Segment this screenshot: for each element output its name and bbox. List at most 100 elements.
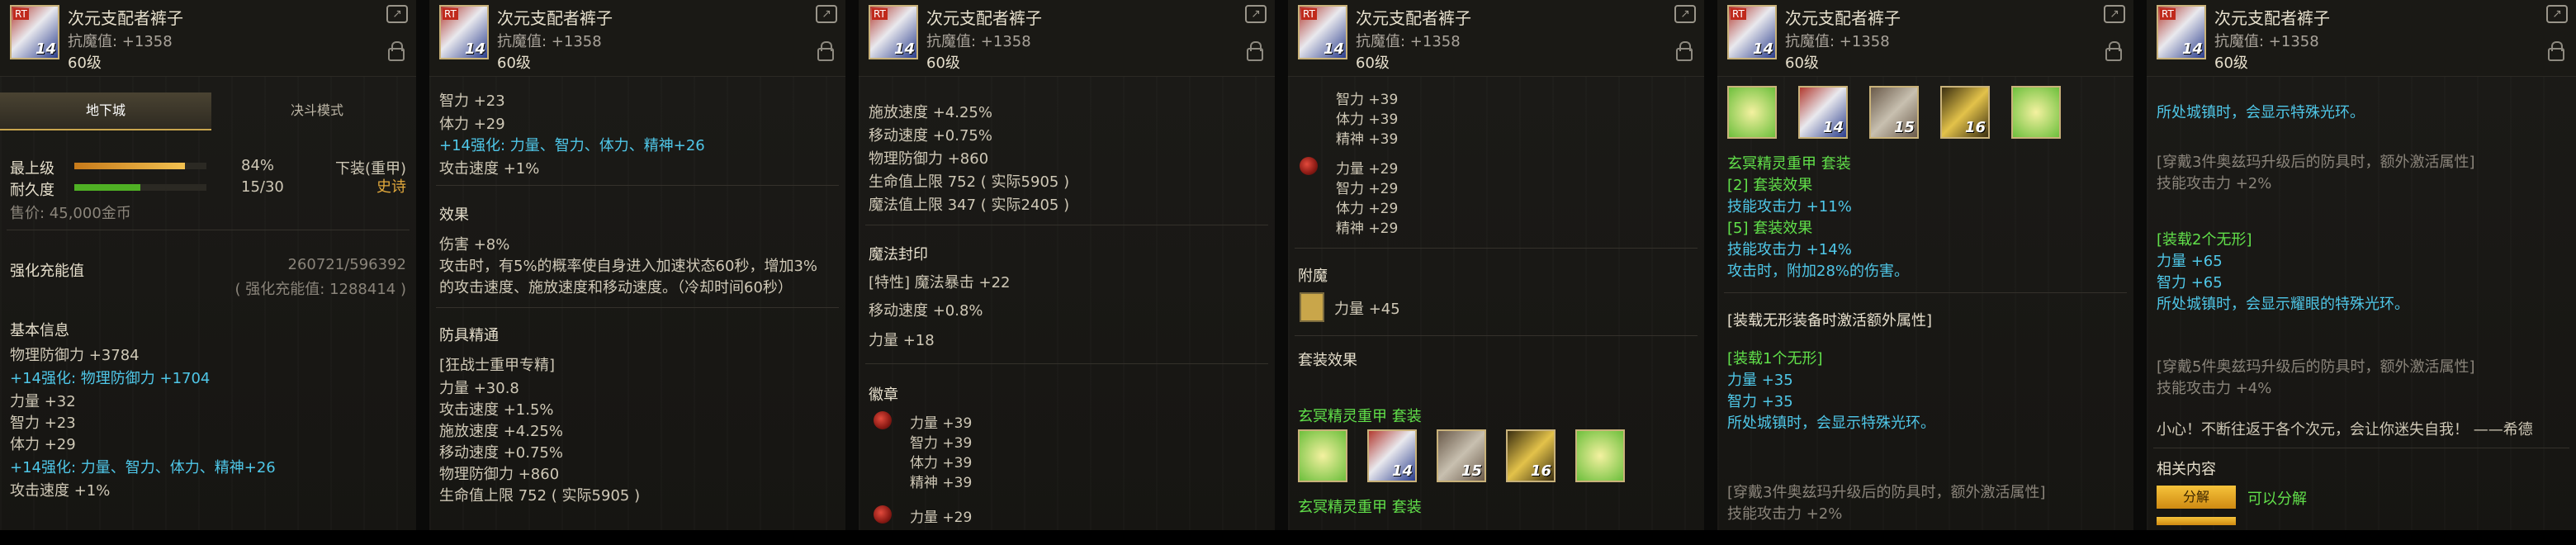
mastery-line: 力量 +30.8	[439, 380, 519, 397]
seal-line: 移动速度 +0.8%	[869, 302, 983, 320]
set-piece-icon[interactable]	[1575, 429, 1625, 482]
item-header: RT 14 次元支配者裤子 抗魔值: +1358 60级 ↗	[1288, 0, 1704, 77]
set-piece-icon[interactable]	[1298, 429, 1347, 482]
emblem-line: 智力 +29	[1336, 181, 1399, 197]
set-piece-icon[interactable]: 14	[1367, 429, 1417, 482]
tab-pvp[interactable]: 决斗模式	[211, 92, 416, 129]
basic-info-title: 基本信息	[10, 322, 69, 339]
mode-tabs: 地下城 决斗模式	[0, 92, 416, 130]
lock-icon[interactable]	[2105, 41, 2122, 61]
share-icon[interactable]: ↗	[816, 5, 837, 23]
item-resist: 抗魔值: +1358	[497, 33, 602, 50]
item-header: RT 14 次元支配者裤子 抗魔值: +1358 60级 ↗	[2147, 0, 2576, 77]
share-icon[interactable]: ↗	[2104, 5, 2125, 23]
share-icon[interactable]: ↗	[2546, 5, 2568, 23]
set-bonus-line: [5] 套装效果	[1727, 220, 1813, 237]
related-title: 相关内容	[2157, 461, 2216, 478]
sell-price: 售价: 45,000金币	[10, 205, 131, 222]
set-piece-icon[interactable]: 14	[1798, 86, 1848, 139]
tab-dungeon[interactable]: 地下城	[0, 92, 211, 130]
set-piece-icon[interactable]: 15	[1437, 429, 1486, 482]
stat-line: 攻击速度 +1%	[439, 160, 540, 178]
mastery-line: 攻击速度 +1.5%	[439, 401, 554, 419]
mastery-line: 施放速度 +4.25%	[439, 423, 563, 440]
stat-line: 物理防御力 +3784	[10, 347, 140, 364]
status-bar	[0, 530, 2576, 545]
emblem-line: 力量 +39	[910, 415, 973, 432]
item-icon: RT 14	[439, 5, 489, 59]
set-effect-title: 套装效果	[1298, 352, 1357, 369]
item-name: 次元支配者裤子	[1356, 8, 1471, 28]
charge-label: 强化充能值	[10, 263, 84, 280]
share-icon[interactable]: ↗	[386, 5, 408, 23]
disassemble-button[interactable]: 分解	[2157, 486, 2236, 509]
stat-line: 移动速度 +0.75%	[869, 127, 992, 145]
item-resist: 抗魔值: +1358	[926, 33, 1031, 50]
item-name: 次元支配者裤子	[926, 8, 1042, 28]
tooltip-panel-6: RT 14 次元支配者裤子 抗魔值: +1358 60级 ↗ 所处城镇时，会显示特…	[2147, 0, 2576, 545]
emblem-title: 徽章	[869, 386, 898, 404]
effect-line: 的攻击速度、施放速度和移动速度。（冷却时间60秒）	[439, 279, 793, 296]
lock-icon[interactable]	[388, 41, 405, 61]
set-piece-icon[interactable]	[1727, 86, 1777, 139]
item-name: 次元支配者裤子	[1785, 8, 1901, 28]
item-level: 60级	[68, 54, 102, 72]
set-piece-icon[interactable]	[2011, 86, 2061, 139]
set-piece-icon[interactable]: 16	[1940, 86, 1990, 139]
set-piece-icon[interactable]: 15	[1869, 86, 1919, 139]
set-name: 玄冥精灵重甲 套装	[1727, 155, 1851, 173]
extra-attr-line: 技能攻击力 +2%	[1727, 505, 1843, 523]
set-bonus-line: [2] 套装效果	[1727, 177, 1813, 194]
mastery-title: 防具精通	[439, 327, 499, 344]
lock-icon[interactable]	[1247, 41, 1263, 61]
item-level: 60级	[1785, 54, 1819, 72]
extra-attr-line: 智力 +65	[2157, 274, 2223, 291]
emblem-line: 智力 +39	[1336, 92, 1399, 108]
tooltip-panel-4: RT 14 次元支配者裤子 抗魔值: +1358 60级 ↗ 智力 +39 体力 …	[1288, 0, 1711, 545]
extra-attr-line: 技能攻击力 +4%	[2157, 380, 2272, 397]
stat-line: +14强化: 力量、智力、体力、精神+26	[10, 459, 276, 476]
tooltip-panel-3: RT 14 次元支配者裤子 抗魔值: +1358 60级 ↗ 施放速度 +4.25…	[859, 0, 1281, 545]
set-bonus-line: 攻击时，附加28%的伤害。	[1727, 263, 1910, 280]
extra-attr-line: 所处城镇时，会显示耀眼的特殊光环。	[2157, 296, 2409, 313]
durability-value: 15/30	[241, 178, 284, 196]
item-resist: 抗魔值: +1358	[68, 33, 173, 50]
seal-line: 力量 +18	[869, 332, 935, 349]
mastery-line: 生命值上限 752 ( 实际5905 )	[439, 487, 641, 505]
share-icon[interactable]: ↗	[1245, 5, 1267, 23]
item-header: RT 14 次元支配者裤子 抗魔值: +1358 60级 ↗	[859, 0, 1275, 77]
extra-attr-title: [装载无形装备时激活额外属性]	[1727, 312, 1933, 329]
lock-icon[interactable]	[1676, 41, 1693, 61]
item-header: RT 14 次元支配者裤子 抗魔值: +1358 60级 ↗	[429, 0, 845, 77]
flavor-quote: 小心！不断往返于各个次元，会让你迷失自我！ ——希德	[2157, 421, 2533, 438]
extra-attr-line: [穿戴5件奥兹玛升级后的防具时，额外激活属性]	[2157, 358, 2475, 376]
item-icon: RT 14	[10, 5, 59, 59]
lock-icon[interactable]	[817, 41, 834, 61]
disassemble-status: 可以分解	[2247, 490, 2307, 508]
grade-percent: 84%	[241, 157, 275, 174]
seal-line: [特性] 魔法暴击 +22	[869, 274, 1011, 291]
item-header: RT 14 次元支配者裤子 抗魔值: +1358 60级 ↗	[1717, 0, 2133, 77]
stat-line: 生命值上限 752 ( 实际5905 )	[869, 173, 1070, 191]
stat-line: 魔法值上限 347 ( 实际2405 )	[869, 197, 1070, 214]
red-emblem-icon	[874, 505, 892, 524]
enchant-card-icon	[1300, 292, 1324, 322]
emblem-line: 力量 +29	[910, 509, 973, 526]
item-icon: RT 14	[2157, 5, 2206, 59]
lock-icon[interactable]	[2548, 41, 2564, 61]
share-icon[interactable]: ↗	[1674, 5, 1696, 23]
set-piece-icon[interactable]: 16	[1506, 429, 1556, 482]
stat-line: 物理防御力 +860	[869, 150, 989, 168]
mastery-line: [狂战士重甲专精]	[439, 357, 556, 374]
tooltip-panel-5: RT 14 次元支配者裤子 抗魔值: +1358 60级 ↗ 14 15 16 玄…	[1717, 0, 2140, 545]
item-icon: RT 14	[1727, 5, 1777, 59]
stat-line: 体力 +29	[439, 116, 505, 133]
more-button[interactable]	[2157, 517, 2236, 525]
extra-attr-line: 所处城镇时，会显示特殊光环。	[1727, 415, 1935, 432]
emblem-line: 智力 +39	[910, 435, 973, 452]
item-resist: 抗魔值: +1358	[1356, 33, 1461, 50]
extra-attr-line: 力量 +35	[1727, 372, 1793, 389]
item-level: 60级	[497, 54, 531, 72]
emblem-line: 体力 +39	[1336, 111, 1399, 128]
item-resist: 抗魔值: +1358	[1785, 33, 1890, 50]
